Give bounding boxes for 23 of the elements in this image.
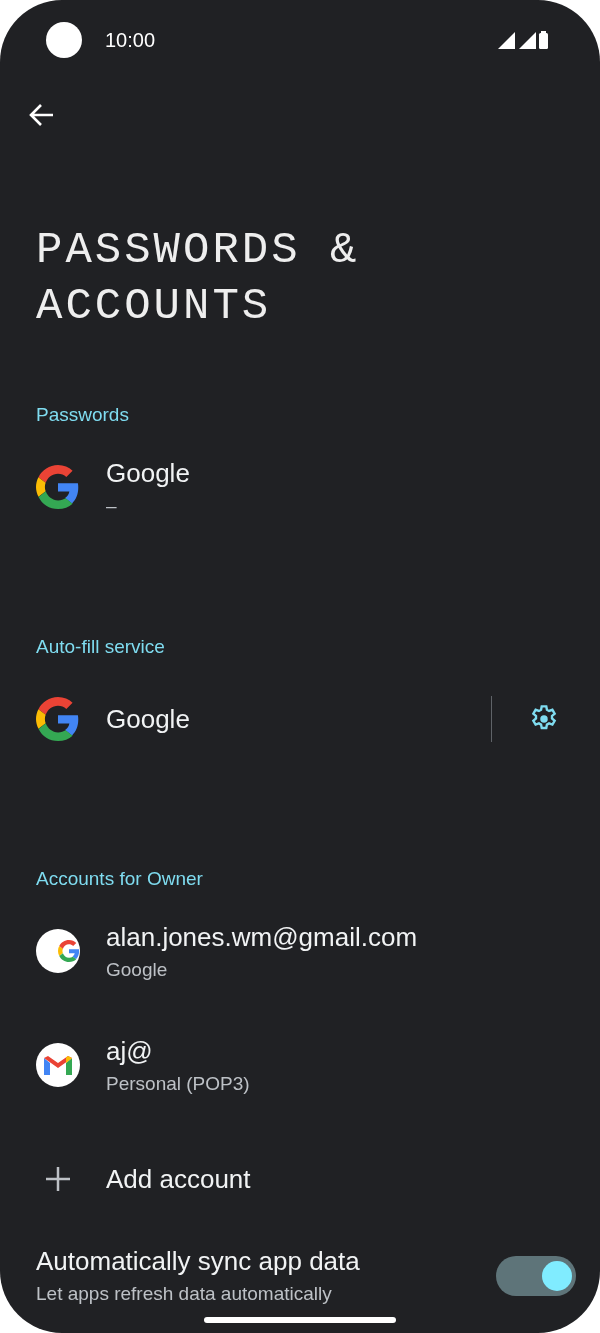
item-title[interactable]: alan.jones.wm@gmail.com [106,921,576,953]
status-time: 10:00 [105,28,157,52]
item-subtitle: Google [106,958,169,981]
sync-subtitle: Let apps refresh data automatically [36,1283,333,1305]
google-logo-icon [36,697,80,741]
page-title: PASSWORDS & ACCOUNTS [36,224,361,333]
google-logo-icon [58,940,80,962]
item-title[interactable]: Add account [106,1163,576,1195]
section-header: Passwords [36,403,130,426]
status-icons [498,30,548,50]
item-title[interactable]: Google [106,457,576,489]
google-logo-icon [36,465,80,509]
sync-toggle[interactable] [496,1255,576,1296]
mail-account-icon [36,1043,80,1087]
plus-icon [44,1165,72,1193]
item-title[interactable]: aj@ [106,1035,576,1067]
sync-title: Automatically sync app data [36,1246,361,1277]
camera-cutout [46,22,82,58]
item-subtitle: Personal (POP3) [106,1072,251,1095]
item-subtitle: – [106,494,118,517]
item-title[interactable]: Google [106,703,491,735]
section-header: Auto-fill service [36,635,166,658]
section-header: Accounts for Owner [36,867,204,890]
